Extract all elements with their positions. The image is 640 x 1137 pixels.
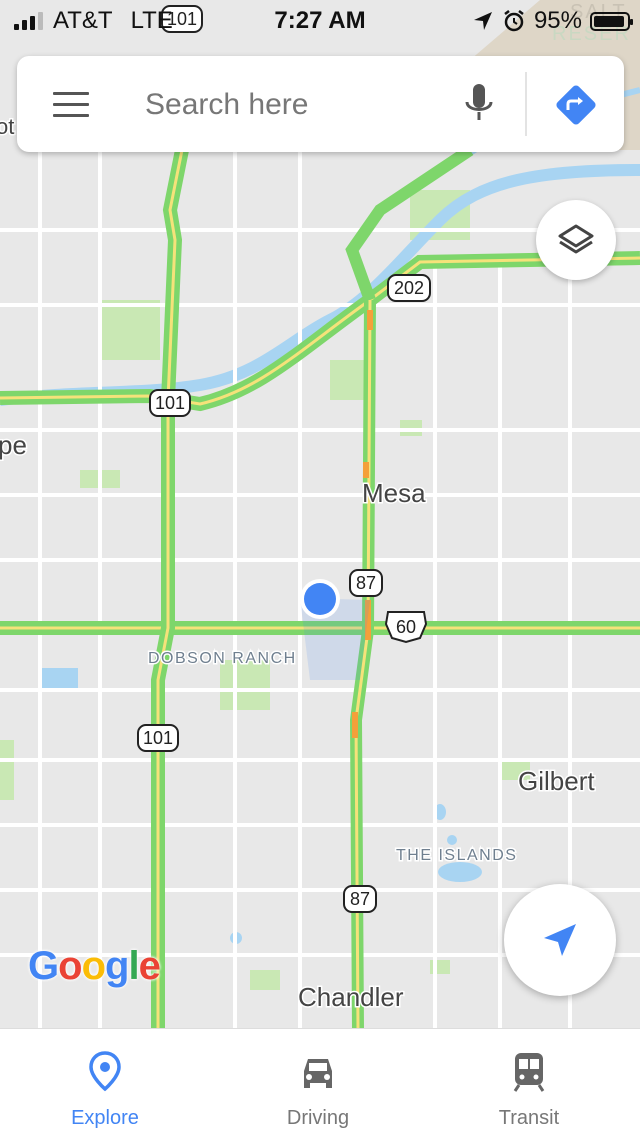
place-label-the-islands: THE ISLANDS [396, 847, 517, 864]
svg-text:101: 101 [143, 728, 173, 748]
train-icon [513, 1053, 545, 1092]
route-shield-101-mid: 101 [149, 389, 191, 417]
nav-label-driving: Driving [286, 1107, 350, 1129]
map-pin-icon [89, 1051, 121, 1092]
svg-text:87: 87 [350, 889, 370, 909]
nav-tab-driving[interactable]: Driving [238, 1029, 398, 1137]
alarm-clock-icon [504, 10, 524, 32]
map-layers-button[interactable] [536, 200, 616, 280]
directions-icon[interactable] [553, 82, 599, 128]
svg-text:202: 202 [394, 278, 424, 298]
route-shield-202: 202 [387, 274, 431, 302]
place-label-chandler: Chandler [298, 982, 404, 1012]
place-label-gilbert: Gilbert [518, 766, 595, 796]
place-label-tempe: pe [0, 430, 27, 460]
svg-text:87: 87 [356, 573, 376, 593]
nav-label-explore: Explore [71, 1107, 139, 1129]
microphone-icon[interactable] [459, 80, 499, 128]
battery-percent: 95% [533, 7, 582, 34]
bottom-navigation: Explore Driving Transit [0, 1028, 640, 1137]
hamburger-menu-icon[interactable] [53, 92, 89, 118]
search-input[interactable] [143, 82, 447, 128]
place-label-mesa: Mesa [362, 478, 426, 508]
battery-icon [590, 11, 633, 31]
route-shield-us60: 60 [384, 611, 428, 644]
my-location-dot[interactable] [304, 583, 336, 615]
route-shield-101-lower: 101 [137, 724, 179, 752]
navigation-arrow-icon [544, 924, 576, 956]
my-location-button[interactable] [504, 884, 616, 996]
nav-tab-explore[interactable]: Explore [25, 1029, 185, 1137]
place-label-dobson-ranch: DOBSON RANCH [148, 650, 297, 667]
location-arrow-icon [473, 12, 492, 30]
place-label-partial-top-left: ot [0, 114, 14, 139]
search-bar[interactable] [17, 56, 624, 152]
nav-label-transit: Transit [498, 1107, 560, 1129]
route-shield-87-upper: 87 [349, 569, 383, 597]
svg-text:101: 101 [155, 393, 185, 413]
car-icon [304, 1059, 332, 1088]
status-bar: AT&T LTE 7:27 AM 95% [0, 0, 640, 40]
route-shield-87-lower: 87 [343, 885, 377, 913]
google-logo: Google [28, 944, 161, 988]
nav-tab-transit[interactable]: Transit [449, 1029, 609, 1137]
layers-icon [558, 224, 594, 254]
search-divider [525, 72, 527, 136]
svg-text:60: 60 [396, 617, 416, 637]
